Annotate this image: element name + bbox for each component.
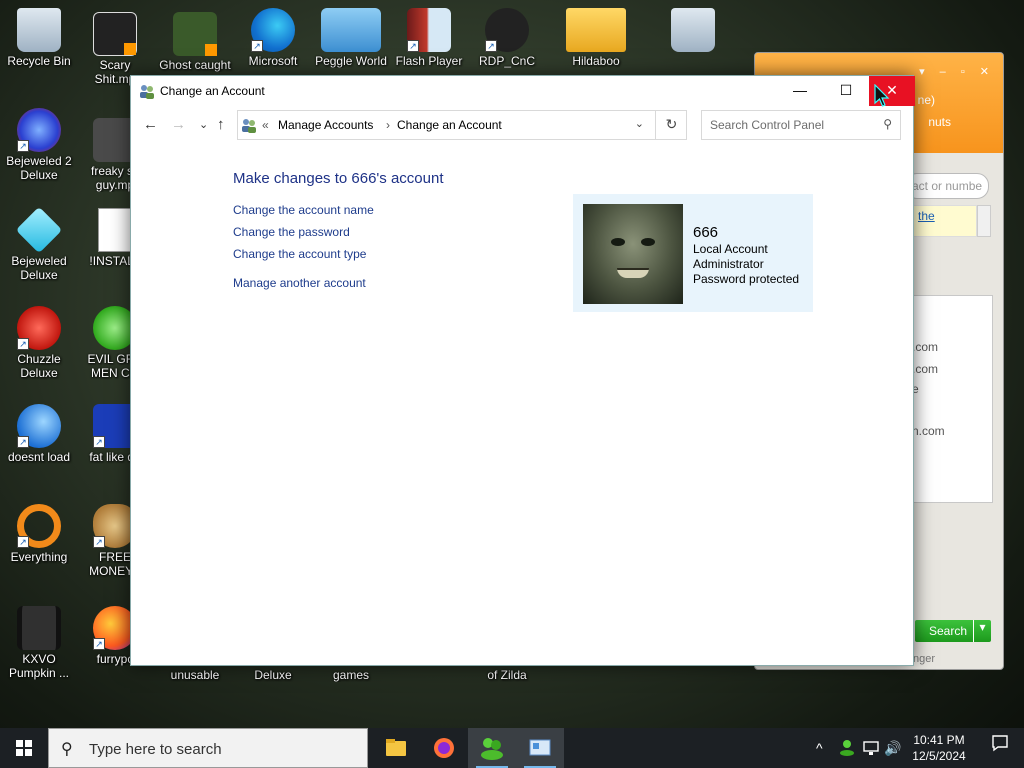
taskbar-control-panel[interactable] — [516, 728, 564, 768]
firefox-icon — [434, 738, 454, 758]
change-account-type-link[interactable]: Change the account type — [233, 247, 366, 261]
account-type: Local Account — [693, 242, 768, 256]
user-accounts-icon — [140, 85, 154, 99]
desktop-icon-hildaboo[interactable]: Hildaboo — [546, 8, 646, 68]
desktop-icon-chuzzle[interactable]: ↗ Chuzzle Deluxe — [0, 306, 78, 380]
desktop-icon-recycle-bin[interactable]: Recycle Bin — [0, 8, 78, 68]
contact-list[interactable]: .com .com e n.com — [905, 295, 993, 503]
mouse-cursor-icon — [874, 84, 890, 107]
manage-another-account-link[interactable]: Manage another account — [233, 276, 366, 290]
video-file-icon — [93, 12, 137, 56]
desktop-icon-bejeweled-2[interactable]: ↗ Bejeweled 2 Deluxe — [0, 108, 78, 182]
folder-icon — [566, 8, 626, 52]
note-link[interactable]: the — [913, 205, 977, 237]
desktop-icon-everything[interactable]: ↗ Everything — [0, 504, 78, 564]
list-item[interactable]: .com — [912, 362, 938, 376]
everything-search-icon: ↗ — [17, 504, 61, 548]
breadcrumb-separator[interactable]: › — [386, 118, 390, 132]
network-icon[interactable] — [862, 740, 880, 759]
taskbar-file-explorer[interactable] — [372, 728, 420, 768]
forward-arrow-icon[interactable]: → — [171, 116, 186, 133]
maximize-button[interactable]: ☐ — [823, 76, 869, 106]
refresh-icon[interactable]: ↻ — [655, 110, 687, 140]
change-account-window: Change an Account — ☐ ✕ ← → ⌄ ↑ « Manage… — [130, 75, 915, 666]
people-icon — [840, 740, 854, 756]
note-scrollbar[interactable] — [977, 205, 991, 237]
breadcrumb-change-account[interactable]: Change an Account — [397, 118, 502, 132]
navigation-bar: ← → ⌄ ↑ « Manage Accounts › Change an Ac… — [131, 108, 913, 142]
text-document-icon — [98, 208, 132, 252]
desktop-icon-kxvo-pumpkin[interactable]: KXVO Pumpkin ... — [0, 606, 78, 680]
up-arrow-icon[interactable]: ↑ — [217, 116, 225, 133]
thunderbird-icon: ↗ — [17, 404, 61, 448]
account-role: Administrator — [693, 257, 764, 271]
bejeweled-gem-icon: ↗ — [17, 108, 61, 152]
desktop-icon-bejeweled[interactable]: Bejeweled Deluxe — [0, 206, 78, 282]
edge-icon: ↗ — [251, 8, 295, 52]
chevron-down-icon[interactable]: ▾ — [973, 620, 991, 642]
desktop-icon-flash-player[interactable]: ↗ Flash Player — [390, 8, 468, 68]
messenger-search-button[interactable]: Search ▾ — [915, 620, 991, 642]
video-file-icon — [17, 606, 61, 650]
notification-icon[interactable] — [976, 728, 1024, 768]
system-clock[interactable]: 10:41 PM 12/5/2024 — [908, 732, 970, 764]
desktop-icon-rdp-cnc[interactable]: ↗ RDP_CnC — [468, 8, 546, 68]
account-picture — [583, 204, 683, 304]
account-info-panel: 666 Local Account Administrator Password… — [573, 194, 813, 312]
recycle-bin-icon — [17, 8, 61, 52]
windows-logo-icon — [16, 740, 32, 756]
desktop-icon-recycle-bin-2[interactable] — [654, 8, 732, 54]
search-control-panel-input[interactable]: Search Control Panel ⚲ — [701, 110, 901, 140]
folder-icon — [386, 739, 406, 756]
change-account-name-link[interactable]: Change the account name — [233, 203, 374, 217]
chuzzle-icon: ↗ — [17, 306, 61, 350]
contact-search-input[interactable]: act or numbe — [905, 173, 989, 199]
green-people-icon — [481, 738, 503, 760]
change-password-link[interactable]: Change the password — [233, 225, 350, 239]
breadcrumb-manage-accounts[interactable]: Manage Accounts — [278, 118, 373, 132]
user-accounts-icon — [242, 119, 256, 133]
flash-player-icon: ↗ — [407, 8, 451, 52]
account-status: Password protected — [693, 272, 800, 286]
diamond-icon — [15, 206, 63, 254]
search-icon: ⚲ — [61, 741, 73, 758]
taskbar-messenger[interactable] — [468, 728, 516, 768]
list-item[interactable]: .com — [912, 340, 938, 354]
title-bar[interactable]: Change an Account — ☐ ✕ — [131, 76, 915, 106]
recent-locations-icon[interactable]: ⌄ — [199, 118, 208, 131]
start-button[interactable] — [0, 728, 48, 768]
window-title: Change an Account — [160, 84, 265, 98]
taskbar-firefox[interactable] — [420, 728, 468, 768]
computer-icon — [321, 8, 381, 52]
main-content: Make changes to 666's account Change the… — [131, 146, 913, 666]
clock-time: 10:41 PM — [913, 733, 965, 747]
network-icon — [863, 741, 879, 755]
taskbar-search-box[interactable]: ⚲ Type here to search — [48, 728, 368, 768]
minimize-button[interactable]: — — [777, 76, 823, 106]
show-hidden-icons[interactable]: ^ — [816, 740, 823, 756]
window-controls[interactable]: ▾ – ▫ ✕ — [919, 65, 995, 78]
chevron-down-icon[interactable]: ⌄ — [635, 117, 644, 130]
page-heading: Make changes to 666's account — [233, 170, 444, 187]
address-bar[interactable]: « Manage Accounts › Change an Account ⌄ — [237, 110, 687, 140]
volume-icon[interactable]: 🔊 — [884, 740, 901, 757]
recycle-bin-icon — [671, 8, 715, 52]
desktop-icon-ghost-caught[interactable]: Ghost caught — [156, 12, 234, 72]
list-item[interactable]: n.com — [912, 424, 945, 438]
control-panel-icon — [529, 739, 551, 756]
desktop-icon-peggle-world[interactable]: Peggle World — [312, 8, 390, 68]
back-arrow-icon[interactable]: ← — [143, 116, 158, 133]
breadcrumb-overflow[interactable]: « — [262, 118, 269, 132]
desktop: Recycle Bin Scary Shit.mp Ghost caught ↗… — [0, 0, 1024, 728]
taskbar: ⚲ Type here to search ^ 🔊 10:41 PM 12/5/… — [0, 728, 1024, 768]
people-icon[interactable] — [838, 738, 856, 759]
remote-desktop-icon: ↗ — [485, 8, 529, 52]
desktop-icon-doesnt-load[interactable]: ↗ doesnt load — [0, 404, 78, 464]
notification-icon — [992, 735, 1008, 752]
search-icon[interactable]: ⚲ — [883, 117, 892, 131]
clock-date: 12/5/2024 — [912, 749, 966, 763]
desktop-icon-microsoft-edge[interactable]: ↗ Microsoft — [234, 8, 312, 68]
account-name: 666 — [693, 224, 719, 241]
video-file-icon — [173, 12, 217, 56]
